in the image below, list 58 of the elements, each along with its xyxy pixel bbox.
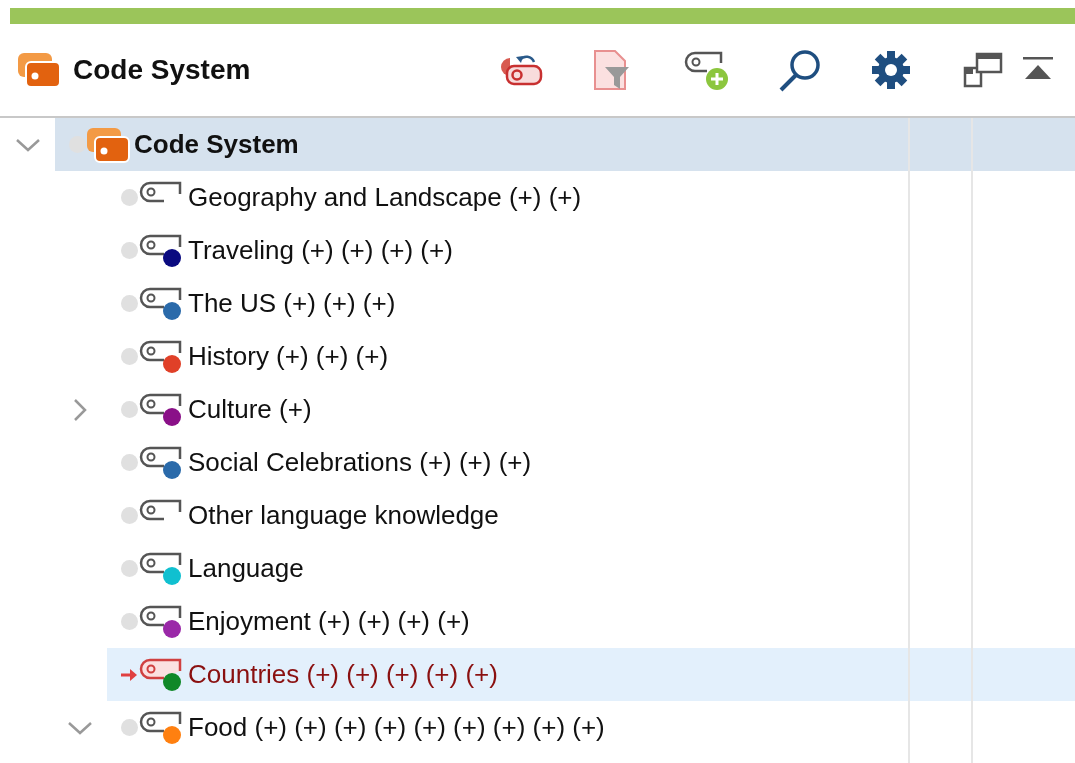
status-dot	[121, 454, 138, 471]
code-tag-icon	[138, 179, 184, 204]
code-label: Social Celebrations (+) (+) (+)	[188, 446, 532, 479]
arrow-icon	[121, 667, 138, 682]
tree-row[interactable]: Countries (+) (+) (+) (+) (+)	[107, 648, 1075, 701]
settings-icon[interactable]	[871, 50, 911, 90]
code-label: Culture (+)	[188, 393, 312, 426]
status-dot	[121, 613, 138, 630]
status-dot	[121, 507, 138, 524]
search-icon[interactable]	[777, 48, 823, 92]
code-tag-icon	[138, 550, 184, 587]
code-tag-icon	[138, 603, 184, 640]
chevron-right-icon[interactable]	[72, 397, 87, 422]
code-label: The US (+) (+) (+)	[188, 287, 396, 320]
code-label: Traveling (+) (+) (+) (+)	[188, 234, 453, 267]
code-system-icon	[86, 126, 130, 163]
chevron-down-icon[interactable]	[14, 136, 41, 153]
code-tag-icon	[138, 497, 184, 522]
code-tag-icon	[138, 656, 184, 693]
code-tag-icon	[138, 232, 184, 269]
code-label: Language	[188, 552, 304, 585]
code-label: Countries (+) (+) (+) (+) (+)	[188, 658, 498, 691]
code-system-icon	[17, 52, 61, 88]
tree-row[interactable]: Code System	[55, 118, 1075, 171]
code-tag-icon	[138, 391, 184, 428]
status-dot	[121, 295, 138, 312]
tree-row[interactable]: The US (+) (+) (+)	[107, 277, 1075, 330]
code-label: Enjoyment (+) (+) (+) (+)	[188, 605, 470, 638]
code-label: Geography and Landscape (+) (+)	[188, 181, 582, 214]
code-tag-icon	[138, 709, 184, 746]
status-dot	[121, 719, 138, 736]
status-dot	[121, 189, 138, 206]
status-dot	[121, 560, 138, 577]
status-dot	[121, 401, 138, 418]
code-tag-icon	[138, 338, 184, 375]
tree-row[interactable]: Food (+) (+) (+) (+) (+) (+) (+) (+) (+)	[107, 701, 1075, 754]
tree-row[interactable]: Other language knowledge	[107, 489, 1075, 542]
tree-row[interactable]: Traveling (+) (+) (+) (+)	[107, 224, 1075, 277]
code-label: Code System	[134, 128, 299, 161]
tree-row[interactable]: Language	[107, 542, 1075, 595]
tree-row[interactable]: Geography and Landscape (+) (+)	[107, 171, 1075, 224]
chevron-down-icon[interactable]	[66, 719, 93, 736]
code-label: History (+) (+) (+)	[188, 340, 389, 373]
tree-row[interactable]: History (+) (+) (+)	[107, 330, 1075, 383]
status-dot	[121, 242, 138, 259]
tree-row[interactable]: Culture (+)	[107, 383, 1075, 436]
new-code-icon[interactable]	[683, 49, 729, 91]
code-tag-icon	[138, 285, 184, 322]
tree-row[interactable]: Enjoyment (+) (+) (+) (+)	[107, 595, 1075, 648]
status-dot	[121, 348, 138, 365]
code-label: Other language knowledge	[188, 499, 499, 532]
code-label: Food (+) (+) (+) (+) (+) (+) (+) (+) (+)	[188, 711, 605, 744]
filter-document-icon[interactable]	[591, 49, 631, 91]
code-tag-icon	[138, 444, 184, 481]
panel-title: Code System	[73, 53, 251, 87]
windows-icon[interactable]	[963, 52, 1003, 88]
tree-row[interactable]: Social Celebrations (+) (+) (+)	[107, 436, 1075, 489]
status-dot	[69, 136, 86, 153]
